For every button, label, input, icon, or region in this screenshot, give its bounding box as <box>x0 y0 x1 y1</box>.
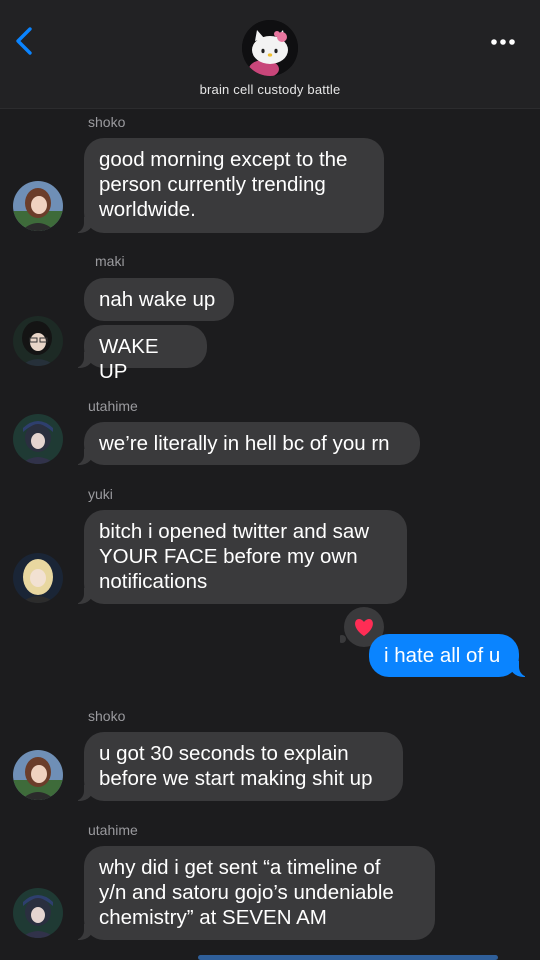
message-line: person currently trending <box>99 173 326 196</box>
message-line: y/n and satoru gojo’s undeniable <box>99 881 394 904</box>
avatar-image <box>13 316 63 366</box>
message-line: u got 30 seconds to explain <box>99 742 349 765</box>
message-bubble[interactable]: u got 30 seconds to explain before we st… <box>74 732 403 801</box>
message-line: YOUR FACE before my own <box>99 545 358 568</box>
message-line: notifications <box>99 570 208 593</box>
message-line: chemistry” at SEVEN AM <box>99 906 327 929</box>
avatar-maki[interactable] <box>13 316 63 366</box>
message-line: bitch i opened twitter and saw <box>99 520 370 543</box>
chevron-left-icon[interactable] <box>12 26 38 56</box>
avatar-image <box>13 181 63 231</box>
chat-header: brain cell custody battle <box>0 0 540 109</box>
message-bubble[interactable]: we’re literally in hell bc of you rn <box>74 422 420 465</box>
message-line: before we start making shit up <box>99 767 373 790</box>
message-line: nah wake up <box>99 288 216 311</box>
message-bubble[interactable]: bitch i opened twitter and saw YOUR FACE… <box>74 510 407 604</box>
sender-name: yuki <box>88 486 113 502</box>
sender-name: utahime <box>88 822 138 838</box>
message-line: i hate all of u <box>384 644 501 667</box>
sender-name: shoko <box>88 114 126 130</box>
avatar-image <box>13 553 63 603</box>
avatar-utahime[interactable] <box>13 888 63 938</box>
sender-name: maki <box>95 253 125 269</box>
avatar-yuki[interactable] <box>13 553 63 603</box>
scroll-indicator <box>198 955 498 960</box>
message-line: why did i get sent “a timeline of <box>99 856 381 879</box>
avatar-shoko[interactable] <box>13 750 63 800</box>
sender-name: shoko <box>88 708 126 724</box>
avatar-utahime[interactable] <box>13 414 63 464</box>
group-avatar[interactable] <box>242 20 298 76</box>
outgoing-message-bubble[interactable]: i hate all of u <box>369 634 529 677</box>
group-title[interactable]: brain cell custody battle <box>0 82 540 97</box>
message-bubble[interactable]: good morning except to the person curren… <box>74 138 384 233</box>
sender-name: utahime <box>88 398 138 414</box>
message-bubble[interactable]: why did i get sent “a timeline of y/n an… <box>74 846 435 940</box>
avatar-image <box>13 888 63 938</box>
hello-kitty-avatar-icon <box>242 20 298 76</box>
avatar-shoko[interactable] <box>13 181 63 231</box>
avatar-image <box>13 414 63 464</box>
message-bubble[interactable]: nah wake up <box>84 278 234 321</box>
message-line: good morning except to the <box>99 148 348 171</box>
avatar-image <box>13 750 63 800</box>
message-line: we’re literally in hell bc of you rn <box>99 432 390 455</box>
message-line: worldwide. <box>99 198 196 221</box>
ellipsis-icon[interactable] <box>490 38 516 46</box>
message-line: WAKE UP <box>99 335 159 383</box>
message-bubble[interactable]: WAKE UP <box>74 325 207 383</box>
